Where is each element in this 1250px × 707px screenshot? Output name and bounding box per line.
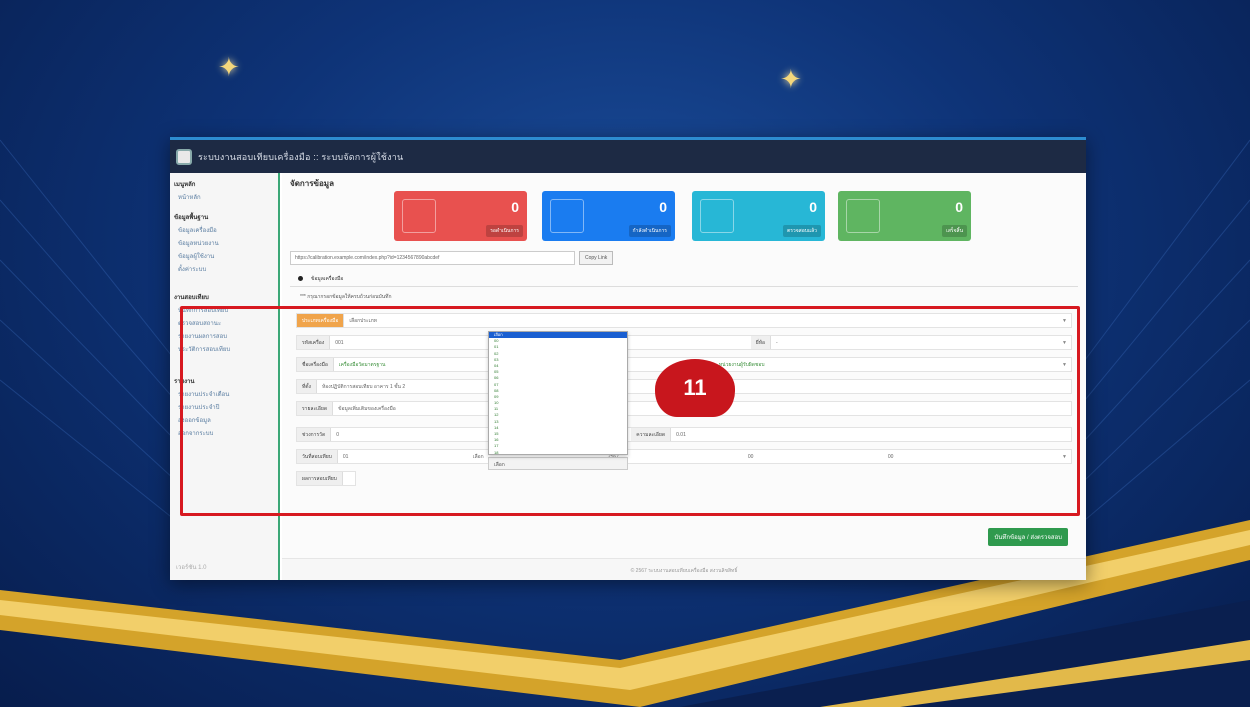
stat-tag: รอดำเนินการ <box>486 225 523 237</box>
location-label: ที่ตั้ง <box>297 380 317 393</box>
form-row-type[interactable]: ประเภทเครื่องมือ เลือกประเภท ▼ <box>296 313 1072 328</box>
save-button[interactable]: บันทึกข้อมูล / ส่งตรวจสอบ <box>988 528 1068 546</box>
app-header: ระบบงานสอบเทียบเครื่องมือ :: ระบบจัดการผ… <box>170 137 1086 173</box>
form-row-range: ช่วงการวัด 0 ความละเอียด 0.01 <box>296 427 1072 442</box>
location-input[interactable]: ห้องปฏิบัติการสอบเทียบ อาคาร 1 ชั้น 2 <box>317 383 410 391</box>
sidebar-footer: เวอร์ชัน 1.0 <box>176 565 207 571</box>
sidebar: เมนูหลัก หน้าหลัก ข้อมูลพื้นฐาน ข้อมูลเค… <box>170 173 280 580</box>
date-label: วันที่สอบเทียบ <box>297 450 338 463</box>
month-dropdown-list[interactable]: เลือก 00 01 02 03 04 05 06 07 08 09 10 1… <box>488 331 628 455</box>
stat-value: 0 <box>659 199 667 215</box>
dropdown-option[interactable]: 18 <box>489 450 627 456</box>
step-number-badge: 11 <box>655 359 735 417</box>
chevron-down-icon: ▼ <box>1062 361 1067 368</box>
app-title: ระบบงานสอบเทียบเครื่องมือ :: ระบบจัดการผ… <box>198 151 404 162</box>
resolution-input[interactable]: 0.01 <box>671 432 691 438</box>
brand-select[interactable]: - <box>771 340 1071 346</box>
stat-card-progress[interactable]: 0 กำลังดำเนินการ <box>542 191 675 241</box>
stat-value: 0 <box>955 199 963 215</box>
chart-icon <box>700 199 734 233</box>
sidebar-item[interactable]: รายงานประจำเดือน <box>178 389 274 399</box>
chevron-down-icon: ▼ <box>1062 339 1067 346</box>
app-logo-icon <box>176 148 192 165</box>
form-row-date: วันที่สอบเทียบ 01 เลือก 2567 00 00 ▼ <box>296 449 1072 464</box>
sidebar-group-head: ข้อมูลพื้นฐาน <box>174 215 209 221</box>
sidebar-item-home[interactable]: หน้าหลัก <box>178 192 274 202</box>
stat-card-pending[interactable]: 0 รอดำเนินการ <box>394 191 527 241</box>
form-note: *** กรุณากรอกข้อมูลให้ครบถ้วนก่อนบันทึก <box>300 294 392 300</box>
stat-tag: กำลังดำเนินการ <box>628 225 671 237</box>
sidebar-group: เมนูหลัก หน้าหลัก <box>174 179 274 202</box>
users-icon <box>402 199 436 233</box>
sidebar-group: รายงาน รายงานประจำเดือน รายงานประจำปี ส่… <box>174 376 274 438</box>
form-row-result[interactable]: ผลการสอบเทียบ <box>296 471 356 486</box>
tab-bar: ข้อมูลเครื่องมือ <box>290 271 1078 287</box>
page-footer: © 2567 ระบบงานสอบเทียบเครื่องมือ สงวนลิข… <box>282 558 1086 580</box>
type-label: ประเภทเครื่องมือ <box>297 314 345 327</box>
month-select-open[interactable]: เลือก <box>488 457 628 470</box>
day-select[interactable]: 01 <box>338 454 468 460</box>
sidebar-item[interactable]: ข้อมูลเครื่องมือ <box>178 225 274 235</box>
hour-select[interactable]: 00 <box>743 454 883 460</box>
minute-select[interactable]: 00 <box>883 454 899 460</box>
sidebar-item[interactable]: ข้อมูลผู้ใช้งาน <box>178 251 274 261</box>
sidebar-item[interactable]: ตั้งค่าระบบ <box>178 264 274 274</box>
page-title: จัดการข้อมูล <box>290 179 334 188</box>
bullet-icon <box>298 276 303 281</box>
stat-tag: ตรวจสอบแล้ว <box>783 225 821 237</box>
code-label: รหัสเครื่อง <box>297 336 331 349</box>
chart-icon <box>550 199 584 233</box>
sparkle-icon: ✦ <box>780 64 802 94</box>
sidebar-item[interactable]: ประวัติการสอบเทียบ <box>178 344 274 354</box>
type-select[interactable]: เลือกประเภท <box>344 317 382 325</box>
sidebar-group-head: เมนูหลัก <box>174 182 196 188</box>
tab-equipment[interactable]: ข้อมูลเครื่องมือ <box>311 275 343 283</box>
chevron-down-icon: ▼ <box>1062 317 1067 324</box>
chevron-down-icon: ▼ <box>1062 453 1067 460</box>
share-url-input[interactable]: https://calibration.example.com/index.ph… <box>290 251 575 265</box>
stat-card-done[interactable]: 0 เสร็จสิ้น <box>838 191 971 241</box>
result-label: ผลการสอบเทียบ <box>297 472 343 485</box>
sidebar-item[interactable]: ตรวจสอบสถานะ <box>178 318 274 328</box>
resolution-label: ความละเอียด <box>631 428 672 441</box>
copy-link-button[interactable]: Copy Link <box>579 251 614 265</box>
sidebar-item-logout[interactable]: ออกจากระบบ <box>178 428 274 438</box>
stat-tag: เสร็จสิ้น <box>942 225 967 237</box>
stat-value: 0 <box>511 199 519 215</box>
user-icon <box>846 199 880 233</box>
sidebar-item[interactable]: รายงานผลการสอบ <box>178 331 274 341</box>
equipment-form: ประเภทเครื่องมือ เลือกประเภท ▼ รหัสเครื่… <box>290 303 1078 540</box>
sidebar-item[interactable]: บันทึกการสอบเทียบ <box>178 305 274 315</box>
sidebar-group: งานสอบเทียบ บันทึกการสอบเทียบ ตรวจสอบสถา… <box>174 292 274 354</box>
detail-label: รายละเอียด <box>297 402 334 415</box>
brand-label: ยี่ห้อ <box>750 336 771 349</box>
sidebar-item[interactable]: ส่งออกข้อมูล <box>178 415 274 425</box>
sparkle-icon: ✦ <box>218 52 240 82</box>
form-row-code: รหัสเครื่อง 001 ยี่ห้อ - ▼ <box>296 335 1072 350</box>
app-window: ระบบงานสอบเทียบเครื่องมือ :: ระบบจัดการผ… <box>170 137 1086 580</box>
sidebar-item[interactable]: ข้อมูลหน่วยงาน <box>178 238 274 248</box>
name-label: ชื่อเครื่องมือ <box>297 358 334 371</box>
sidebar-group-head: งานสอบเทียบ <box>174 295 209 301</box>
detail-input[interactable]: ข้อมูลเพิ่มเติมของเครื่องมือ <box>333 405 401 413</box>
stat-card-checked[interactable]: 0 ตรวจสอบแล้ว <box>692 191 825 241</box>
sidebar-item[interactable]: รายงานประจำปี <box>178 402 274 412</box>
sidebar-group: ข้อมูลพื้นฐาน ข้อมูลเครื่องมือ ข้อมูลหน่… <box>174 212 274 274</box>
share-link-row: https://calibration.example.com/index.ph… <box>290 251 614 265</box>
range-label: ช่วงการวัด <box>297 428 332 441</box>
stat-value: 0 <box>809 199 817 215</box>
sidebar-group-head: รายงาน <box>174 379 195 385</box>
